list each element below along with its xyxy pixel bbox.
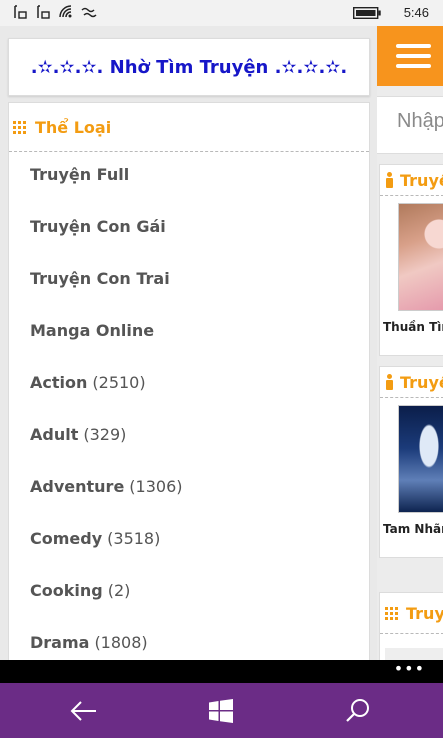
more-icon[interactable]: ••• bbox=[394, 661, 425, 677]
category-label: Truyện Full bbox=[30, 164, 130, 184]
battery-icon bbox=[353, 7, 381, 19]
category-item-adventure[interactable]: Adventure (1306) bbox=[9, 460, 369, 512]
story-title[interactable]: Thuần Tình bbox=[383, 320, 443, 334]
section-header: Truyện bbox=[380, 593, 443, 634]
category-count: (2) bbox=[107, 580, 131, 600]
signal-icon bbox=[14, 5, 27, 19]
section-header: Truyện bbox=[380, 367, 443, 398]
category-title: Thể Loại bbox=[35, 117, 112, 137]
category-count: (3518) bbox=[107, 528, 161, 548]
section-title: Truyện bbox=[400, 372, 443, 392]
menu-button[interactable] bbox=[377, 26, 443, 86]
section-title: Truyện bbox=[406, 603, 443, 623]
category-item-adult[interactable]: Adult (329) bbox=[9, 408, 369, 460]
start-button[interactable] bbox=[205, 695, 237, 727]
search-icon bbox=[346, 699, 369, 722]
section-title: Truyện bbox=[400, 170, 443, 190]
category-label: Cooking bbox=[30, 580, 103, 600]
category-count: (1808) bbox=[94, 632, 148, 652]
person-icon bbox=[385, 172, 394, 188]
category-label: Drama bbox=[30, 632, 90, 652]
app-bar: ••• bbox=[0, 660, 443, 683]
category-label: Comedy bbox=[30, 528, 103, 548]
category-item-action[interactable]: Action (2510) bbox=[9, 356, 369, 408]
grid-icon bbox=[385, 606, 398, 620]
section-header: Truyện bbox=[380, 165, 443, 196]
category-item-truyen-con-gai[interactable]: Truyện Con Gái bbox=[9, 200, 369, 252]
story-cover[interactable] bbox=[398, 405, 443, 513]
clock: 5:46 bbox=[403, 5, 429, 20]
category-label: Manga Online bbox=[30, 320, 155, 340]
search-button[interactable] bbox=[342, 695, 374, 727]
navigation-bar bbox=[0, 683, 443, 738]
category-item-drama[interactable]: Drama (1808) bbox=[9, 616, 369, 660]
category-count: (1306) bbox=[129, 476, 183, 496]
category-label: Adult bbox=[30, 424, 79, 444]
signal-icon-2 bbox=[37, 5, 50, 19]
category-label: Action bbox=[30, 372, 88, 392]
wifi-icon bbox=[59, 5, 72, 18]
person-icon bbox=[385, 374, 394, 390]
category-count: (2510) bbox=[92, 372, 146, 392]
category-item-cooking[interactable]: Cooking (2) bbox=[9, 564, 369, 616]
grid-icon bbox=[13, 120, 26, 134]
story-title[interactable]: Tam Nhãn bbox=[383, 522, 443, 536]
category-header: Thể Loại bbox=[9, 103, 369, 152]
story-cover[interactable] bbox=[398, 203, 443, 311]
category-item-comedy[interactable]: Comedy (3518) bbox=[9, 512, 369, 564]
status-icons bbox=[12, 4, 97, 20]
side-drawer: .✫.✫.✫. Nhờ Tìm Truyện .✫.✫.✫. Thể Loại … bbox=[0, 26, 377, 660]
status-bar: 5:46 bbox=[0, 0, 443, 26]
category-label: Adventure bbox=[30, 476, 125, 496]
page: .✫.✫.✫. Nhờ Tìm Truyện .✫.✫.✫. Thể Loại … bbox=[0, 26, 443, 660]
story-section-2: Truyện Tam Nhãn bbox=[379, 366, 443, 558]
menu-icon bbox=[396, 44, 431, 48]
windows-icon bbox=[209, 699, 233, 723]
category-item-manga-online[interactable]: Manga Online bbox=[9, 304, 369, 356]
story-section-1: Truyện Thuần Tình bbox=[379, 164, 443, 356]
category-list: Truyện Full Truyện Con Gái Truyện Con Tr… bbox=[9, 148, 369, 660]
category-label: Truyện Con Trai bbox=[30, 268, 170, 288]
back-icon bbox=[70, 701, 96, 721]
site-title[interactable]: .✫.✫.✫. Nhờ Tìm Truyện .✫.✫.✫. bbox=[8, 38, 370, 96]
category-item-truyen-con-trai[interactable]: Truyện Con Trai bbox=[9, 252, 369, 304]
category-item-truyen-full[interactable]: Truyện Full bbox=[9, 148, 369, 200]
story-section-3: Truyện bbox=[379, 592, 443, 660]
category-panel: Thể Loại Truyện Full Truyện Con Gái Truy… bbox=[8, 102, 370, 660]
category-label: Truyện Con Gái bbox=[30, 216, 166, 236]
vibrate-icon bbox=[81, 7, 97, 18]
main-content: Nhập Truyện Thuần Tình Truyện Tam Nhãn T… bbox=[377, 26, 443, 660]
back-button[interactable] bbox=[68, 695, 100, 727]
category-count: (329) bbox=[83, 424, 127, 444]
search-input[interactable]: Nhập bbox=[377, 96, 443, 154]
